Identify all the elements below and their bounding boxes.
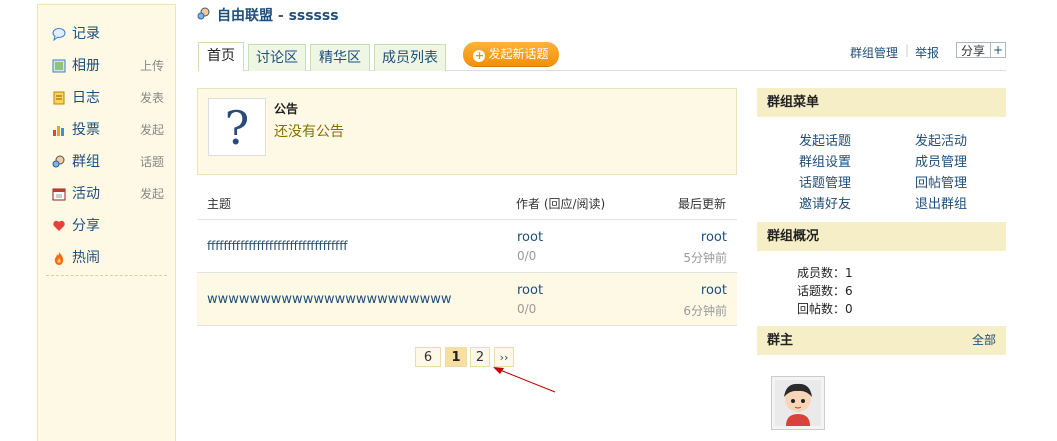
heart-icon [53,220,65,231]
group-settings-link[interactable]: 群组设置 [799,151,851,170]
tab-featured[interactable]: 精华区 [310,44,370,71]
column-header-last-update: 最后更新 [678,197,727,211]
member-manage-link[interactable]: 成员管理 [915,151,967,170]
view-all-link[interactable]: 全部 [972,326,996,355]
tab-discussion[interactable]: 讨论区 [248,44,306,71]
speech-bubble-icon [52,28,66,41]
calendar-icon [52,188,66,201]
last-update-time: 5分钟前 [683,251,727,265]
sidebar-item-hot[interactable]: 热闹 [52,246,164,270]
sidebar-item-label: 分享 [72,218,100,234]
group-overview-title: 群组概况 [767,229,820,244]
author-link[interactable]: root [517,283,543,298]
new-topic-button[interactable]: + 发起新话题 [463,42,559,66]
invite-friends-link[interactable]: 邀请好友 [799,193,851,212]
sidebar-item-label: 活动 [72,186,100,202]
sidebar-item-action[interactable]: 发起 [140,182,164,206]
sidebar-item-poll[interactable]: 投票 发起 [52,118,164,142]
group-overview-header: 群组概况 [757,222,1006,251]
author-link[interactable]: root [517,230,543,245]
column-header-author: 作者 (回应/阅读) [516,197,606,211]
page-link-6[interactable]: 6 [415,347,441,367]
tab-home[interactable]: 首页 [198,42,244,71]
reply-read-count: 0/0 [517,302,537,316]
sidebar-item-action[interactable]: 话题 [140,150,164,174]
share-label: 分享 [961,44,986,58]
new-topic-label: 发起新话题 [488,47,549,61]
announcement-panel: ? 公告 还没有公告 [197,88,737,175]
table-row: wwwwwwwwwwwwwwwwwwwwwww root 0/0 root 6分… [197,273,737,325]
group-name[interactable]: 自由联盟 [217,8,273,24]
group-manage-link[interactable]: 群组管理 [850,44,898,61]
bar-chart-icon [53,126,64,136]
sidebar-item-action[interactable]: 发表 [140,86,164,110]
sidebar-divider [46,275,167,276]
sidebar-item-label: 日志 [72,90,100,106]
reply-manage-link[interactable]: 回帖管理 [915,172,967,191]
last-user-link[interactable]: root [701,283,727,298]
last-user-link[interactable]: root [701,230,727,245]
stat-members: 成员数：1 [797,266,853,280]
start-event-link[interactable]: 发起活动 [915,130,967,149]
sidebar-item-blog[interactable]: 日志 发表 [52,86,164,110]
group-menu-title: 群组菜单 [767,95,820,110]
plus-icon: + [473,49,486,62]
table-row: ffffffffffffffffffffffffffffffffff root … [197,220,737,272]
photo-icon [52,59,66,73]
table-divider [197,325,737,326]
topic-link[interactable]: ffffffffffffffffffffffffffffffffff [207,239,348,253]
stat-topics: 话题数：6 [797,284,853,298]
svg-text:?: ? [225,101,250,155]
notebook-icon [53,91,65,105]
owner-avatar[interactable] [771,376,825,430]
sidebar-item-group[interactable]: 群组 话题 [52,150,164,174]
sidebar-item-label: 投票 [72,122,100,138]
topic-manage-link[interactable]: 话题管理 [799,172,851,191]
sidebar-item-events[interactable]: 活动 发起 [52,182,164,206]
title-separator: - [277,8,284,24]
start-topic-link[interactable]: 发起话题 [799,130,851,149]
sidebar-item-label: 相册 [72,58,100,74]
sidebar-item-action[interactable]: 发起 [140,118,164,142]
column-header-subject: 主题 [207,197,232,211]
page-current: 1 [445,347,467,367]
announcement-text: 还没有公告 [274,124,344,140]
tab-members[interactable]: 成员列表 [374,44,446,71]
stat-replies: 回帖数：0 [797,302,853,316]
sidebar-item-label: 热闹 [72,250,100,266]
fire-icon [54,252,64,265]
share-button[interactable]: 分享 + [956,42,1006,58]
group-owner-title: 群主 [767,333,794,348]
sidebar-item-share[interactable]: 分享 [52,214,164,238]
red-arrow-annotation [493,367,556,393]
group-icon [52,155,65,168]
last-update-time: 6分钟前 [683,304,727,318]
sidebar-item-label: 记录 [72,26,100,42]
leave-group-link[interactable]: 退出群组 [915,193,967,212]
announcement-title: 公告 [274,102,299,116]
group-subtitle: ssssss [288,8,339,24]
link-separator: | [905,43,910,57]
question-mark-icon: ? [208,98,266,156]
sidebar-item-album[interactable]: 相册 上传 [52,54,164,78]
sidebar-item-label: 群组 [72,154,100,170]
sidebar-item-records[interactable]: 记录 [52,22,164,46]
sidebar: 记录 相册 上传 日志 发表 投票 发起 群组 话题 活动 发起 分享 热闹 [37,4,176,441]
group-owner-header: 群主 全部 [757,326,1006,355]
plus-icon: + [990,43,1005,57]
group-icon [197,7,210,20]
group-menu-header: 群组菜单 [757,88,1006,117]
sidebar-item-action[interactable]: 上传 [140,54,164,78]
report-link[interactable]: 举报 [915,44,939,61]
topic-link[interactable]: wwwwwwwwwwwwwwwwwwwwwww [207,292,452,307]
reply-read-count: 0/0 [517,249,537,263]
